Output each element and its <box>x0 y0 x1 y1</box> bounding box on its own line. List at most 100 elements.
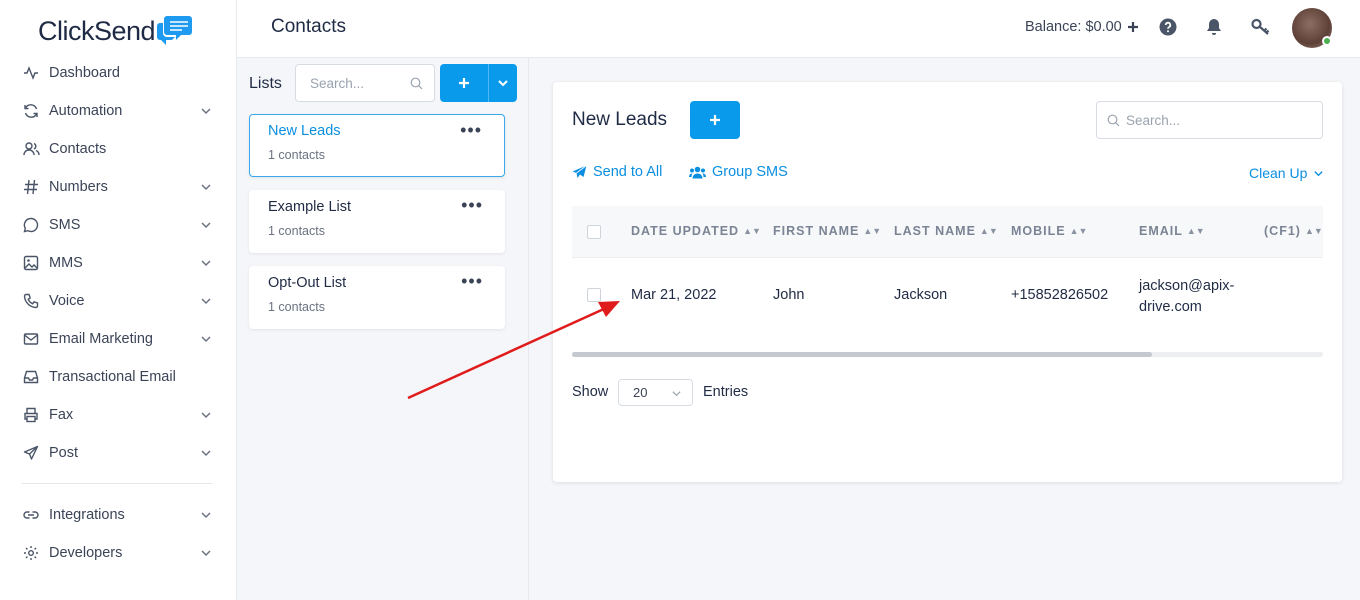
inbox-icon <box>22 368 40 386</box>
sidebar-item-automation[interactable]: Automation <box>0 92 236 130</box>
sidebar-item-label: Voice <box>49 293 85 309</box>
entries-per-page-select[interactable]: 20 <box>618 379 693 406</box>
plus-icon <box>709 114 721 126</box>
contacts-search-box[interactable] <box>1096 101 1323 139</box>
cell-first-name: John <box>773 287 805 303</box>
clean-up-label: Clean Up <box>1249 165 1308 181</box>
column-header-label: FIRST NAME <box>773 224 860 238</box>
column-header-label: DATE UPDATED <box>631 224 740 238</box>
select-all-checkbox[interactable] <box>587 225 601 239</box>
more-options-icon[interactable]: ••• <box>461 272 483 290</box>
column-header-email[interactable]: EMAIL ▲▼ <box>1139 224 1205 238</box>
sort-icon: ▲▼ <box>1069 226 1088 236</box>
list-contact-count: 1 contacts <box>268 300 325 314</box>
chevron-down-icon <box>497 77 509 89</box>
chevron-down-icon <box>200 257 212 269</box>
column-header-last-name[interactable]: LAST NAME ▲▼ <box>894 224 998 238</box>
chevron-down-icon <box>200 295 212 307</box>
brand-name: ClickSend <box>38 15 156 46</box>
cell-date-updated: Mar 21, 2022 <box>631 287 717 303</box>
balance-display[interactable]: Balance: $0.00 <box>1025 19 1139 35</box>
paper-plane-icon <box>572 165 587 179</box>
sidebar-item-label: Fax <box>49 407 74 423</box>
sidebar-item-sms[interactable]: SMS <box>0 206 236 244</box>
sidebar-nav: Dashboard Automation Contacts Numbers SM… <box>0 54 236 572</box>
more-options-icon[interactable]: ••• <box>461 196 483 214</box>
message-circle-icon <box>22 216 40 234</box>
notifications-bell-icon[interactable] <box>1204 17 1224 37</box>
search-icon <box>1107 114 1120 127</box>
clicksend-logo[interactable]: ClickSend <box>38 14 193 48</box>
sidebar-item-label: Developers <box>49 545 123 561</box>
chevron-down-icon <box>200 547 212 559</box>
sidebar-item-numbers[interactable]: Numbers <box>0 168 236 206</box>
row-checkbox[interactable] <box>587 288 601 302</box>
chevron-down-icon <box>200 333 212 345</box>
list-contact-count: 1 contacts <box>268 224 325 238</box>
sidebar-item-label: Dashboard <box>49 65 120 81</box>
settings-icon <box>22 544 40 562</box>
activity-icon <box>22 64 40 82</box>
add-list-split-button <box>440 64 517 102</box>
add-list-dropdown-button[interactable] <box>489 64 517 102</box>
sidebar-item-mms[interactable]: MMS <box>0 244 236 282</box>
lists-search-box[interactable] <box>295 64 435 102</box>
column-header-label: LAST NAME <box>894 224 976 238</box>
sort-icon: ▲▼ <box>863 226 882 236</box>
search-icon <box>410 77 423 90</box>
list-title: New Leads <box>572 109 668 130</box>
refresh-icon <box>22 102 40 120</box>
list-detail-panel: New Leads Send to All Group SMS Clean Up… <box>553 82 1342 482</box>
column-header-date-updated[interactable]: DATE UPDATED ▲▼ <box>631 224 761 238</box>
page-title: Contacts <box>271 16 346 37</box>
column-header-mobile[interactable]: MOBILE ▲▼ <box>1011 224 1087 238</box>
column-header-first-name[interactable]: FIRST NAME ▲▼ <box>773 224 881 238</box>
sidebar-item-integrations[interactable]: Integrations <box>0 496 236 534</box>
sidebar-item-fax[interactable]: Fax <box>0 396 236 434</box>
image-icon <box>22 254 40 272</box>
sidebar-item-post[interactable]: Post <box>0 434 236 472</box>
more-options-icon[interactable]: ••• <box>460 121 482 139</box>
add-balance-icon[interactable] <box>1127 21 1139 33</box>
balance-text: Balance: $0.00 <box>1025 19 1122 35</box>
online-status-indicator <box>1322 36 1332 46</box>
list-item-new-leads[interactable]: New Leads 1 contacts ••• <box>249 114 505 177</box>
sidebar-item-transactional-email[interactable]: Transactional Email <box>0 358 236 396</box>
sidebar-item-dashboard[interactable]: Dashboard <box>0 54 236 92</box>
top-bar: Contacts Balance: $0.00 <box>237 0 1360 58</box>
sidebar-item-developers[interactable]: Developers <box>0 534 236 572</box>
horizontal-scrollbar[interactable] <box>572 352 1323 357</box>
add-contact-button[interactable] <box>690 101 740 139</box>
group-sms-label: Group SMS <box>712 164 788 180</box>
sidebar-item-email-marketing[interactable]: Email Marketing <box>0 320 236 358</box>
sidebar-item-voice[interactable]: Voice <box>0 282 236 320</box>
users-icon <box>22 140 40 158</box>
sort-icon: ▲▼ <box>1304 226 1323 236</box>
lists-search-input[interactable] <box>310 75 410 91</box>
mail-icon <box>22 330 40 348</box>
chevron-down-icon <box>200 105 212 117</box>
sidebar-item-contacts[interactable]: Contacts <box>0 130 236 168</box>
table-row[interactable]: Mar 21, 2022 John Jackson +15852826502 j… <box>572 258 1323 338</box>
scrollbar-thumb[interactable] <box>572 352 1152 357</box>
chevron-down-icon <box>200 447 212 459</box>
cell-last-name: Jackson <box>894 287 948 303</box>
key-icon[interactable] <box>1251 17 1271 37</box>
send-to-all-button[interactable]: Send to All <box>572 164 662 180</box>
contacts-search-input[interactable] <box>1126 112 1306 128</box>
email-line: drive.com <box>1139 299 1202 315</box>
cell-mobile: +15852826502 <box>1011 287 1109 303</box>
sidebar-item-label: Post <box>49 445 79 461</box>
clean-up-dropdown[interactable]: Clean Up <box>1249 165 1324 181</box>
sidebar-item-label: Numbers <box>49 179 108 195</box>
group-sms-button[interactable]: Group SMS <box>689 164 788 180</box>
list-item-opt-out-list[interactable]: Opt-Out List 1 contacts ••• <box>249 266 505 329</box>
add-list-button[interactable] <box>440 64 489 102</box>
plus-icon <box>458 77 470 89</box>
lists-panel: Lists New Leads 1 contacts ••• Example L… <box>237 58 529 600</box>
help-icon[interactable] <box>1158 17 1178 37</box>
list-item-example-list[interactable]: Example List 1 contacts ••• <box>249 190 505 253</box>
column-header-label: EMAIL <box>1139 224 1183 238</box>
cell-email: jackson@apix- drive.com <box>1139 276 1234 318</box>
column-header-cf1[interactable]: (CF1) ▲▼ <box>1264 224 1323 238</box>
